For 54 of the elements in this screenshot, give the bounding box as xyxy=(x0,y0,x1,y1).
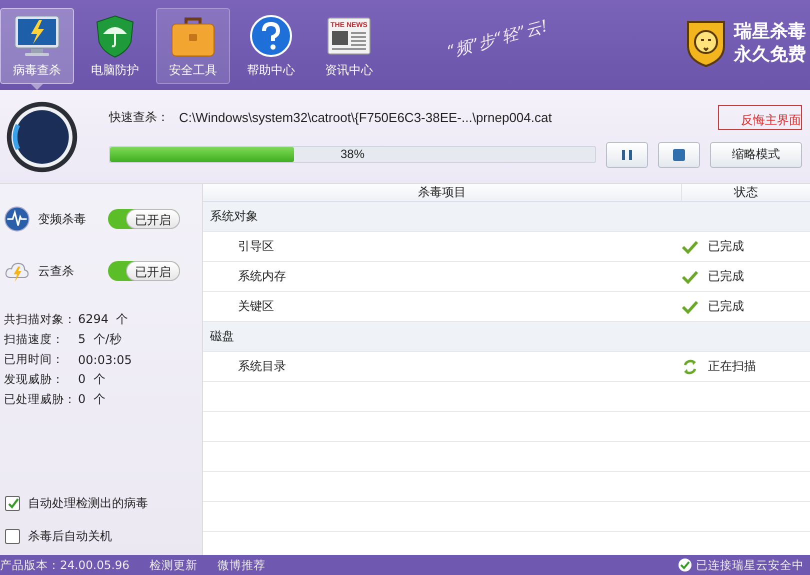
pause-button[interactable] xyxy=(606,142,648,168)
compact-mode-button[interactable]: 缩略模式 xyxy=(710,142,802,168)
pulse-icon xyxy=(4,206,30,232)
stat-value: 0 个 xyxy=(78,391,106,408)
check-circle-icon xyxy=(678,558,692,572)
stat-value: 00:03:05 xyxy=(78,352,132,366)
brand-title: 瑞星杀毒 xyxy=(734,20,806,43)
lion-shield-logo xyxy=(684,18,728,68)
status-text: 已完成 xyxy=(708,298,744,315)
status-text: 正在扫描 xyxy=(708,358,756,375)
checkbox-label: 杀毒后自动关机 xyxy=(28,528,112,545)
stat-label: 扫描速度： xyxy=(4,332,65,347)
pause-icon xyxy=(621,148,633,160)
column-header[interactable]: 杀毒项目 xyxy=(203,184,681,201)
back-to-main-link[interactable]: 反悔主界面 xyxy=(718,104,802,130)
monitor-lightning-icon xyxy=(13,14,61,58)
checkbox[interactable] xyxy=(5,496,20,511)
help-icon xyxy=(247,14,295,58)
status-link[interactable]: 微博推荐 xyxy=(218,558,266,572)
stop-icon xyxy=(673,148,685,160)
toggle-label: 云查杀 xyxy=(38,262,75,280)
toggle-switch[interactable]: 已开启 xyxy=(108,209,180,229)
connection-status: 已连接瑞星云安全中 xyxy=(696,558,804,572)
scan-item-name: 关键区 xyxy=(237,298,275,315)
checkbox-label: 自动处理检测出的病毒 xyxy=(28,495,148,512)
slogan: “频”步“轻”云! xyxy=(445,16,550,63)
status-text: 已完成 xyxy=(708,238,744,255)
status-link[interactable]: 检测更新 xyxy=(150,558,198,572)
brand-tagline: 永久免费 xyxy=(734,43,806,66)
stat-label: 共扫描对象： xyxy=(4,312,77,327)
stat-label: 已处理威胁： xyxy=(4,392,77,407)
nav-tab[interactable]: 电脑防护 xyxy=(78,8,152,84)
nav-tab[interactable]: 帮助中心 xyxy=(234,8,308,84)
progress-percent: 38% xyxy=(339,147,366,162)
stat-value: 5 个/秒 xyxy=(78,331,122,348)
stat-value: 0 个 xyxy=(78,371,106,388)
stat-label: 已用时间： xyxy=(4,352,65,367)
scan-label: 快速查杀： xyxy=(109,109,169,126)
scan-item-name: 系统目录 xyxy=(237,358,287,375)
nav-tab[interactable]: 安全工具 xyxy=(156,8,230,84)
stat-value: 6294 个 xyxy=(78,311,128,328)
toggle-label: 变频杀毒 xyxy=(38,210,87,228)
column-header[interactable]: 状态 xyxy=(681,184,810,201)
scan-item-name: 引导区 xyxy=(237,238,275,255)
scan-item-name: 系统内存 xyxy=(237,268,287,285)
checkbox[interactable] xyxy=(5,529,20,544)
stop-button[interactable] xyxy=(658,142,700,168)
stat-label: 发现威胁： xyxy=(4,372,65,387)
version-text: 产品版本：24.00.05.96 xyxy=(0,558,130,572)
group-name: 系统对象 xyxy=(210,208,258,225)
status-text: 已完成 xyxy=(708,268,744,285)
group-name: 磁盘 xyxy=(210,328,234,345)
toggle-switch[interactable]: 已开启 xyxy=(108,261,180,281)
scan-path: C:\Windows\system32\catroot\{F750E6C3-38EE-...\prnep004.cat xyxy=(179,110,552,125)
